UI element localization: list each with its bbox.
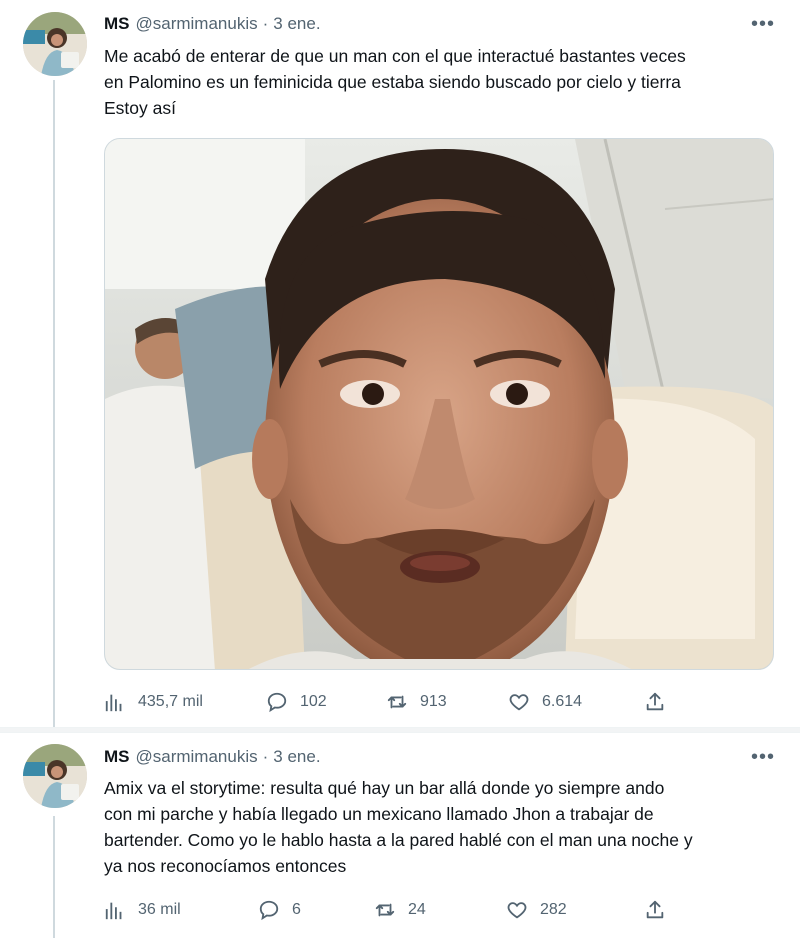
tweet-actions: 435,7 mil 102 913 6.614 xyxy=(104,688,684,716)
share-button[interactable] xyxy=(644,896,666,924)
bar-chart-icon xyxy=(105,902,122,920)
separator-dot: · xyxy=(262,14,269,33)
tweet[interactable]: MS @sarmimanukis · 3 ene. ••• Amix va el… xyxy=(0,728,800,938)
tweet-text-line: en Palomino es un feminicida que estaba … xyxy=(104,72,681,92)
retweet-arrows-icon xyxy=(387,695,407,709)
tweet-header: MS @sarmimanukis · 3 ene. xyxy=(104,745,321,769)
views-button[interactable]: 435,7 mil xyxy=(104,688,203,716)
avatar[interactable] xyxy=(23,12,87,76)
reply-count: 102 xyxy=(300,693,327,710)
like-count: 6.614 xyxy=(542,693,583,710)
more-options-icon[interactable]: ••• xyxy=(750,746,776,768)
tweet-header: MS @sarmimanukis · 3 ene. xyxy=(104,12,321,36)
share-button[interactable] xyxy=(644,688,666,716)
author-name[interactable]: MS xyxy=(104,747,130,767)
views-count: 36 mil xyxy=(138,901,181,918)
tweet-text-line: Me acabó de enterar de que un man con el… xyxy=(104,46,686,66)
author-handle[interactable]: @sarmimanukis xyxy=(136,14,258,34)
reply-button[interactable]: 6 xyxy=(258,896,301,924)
tweet-date[interactable]: 3 ene. xyxy=(273,14,320,34)
retweet-arrows-icon xyxy=(375,903,395,917)
tweet-text: Me acabó de enterar de que un man con el… xyxy=(104,43,784,121)
author-name[interactable]: MS xyxy=(104,14,130,34)
tweet-text-line: con mi parche y había llegado un mexican… xyxy=(104,804,654,824)
views-count: 435,7 mil xyxy=(138,693,203,710)
tweet-text-line: Estoy así xyxy=(104,98,176,118)
avatar[interactable] xyxy=(23,744,87,808)
retweet-button[interactable]: 24 xyxy=(374,896,426,924)
bar-chart-icon xyxy=(105,694,122,712)
reply-button[interactable]: 102 xyxy=(266,688,327,716)
views-button[interactable]: 36 mil xyxy=(104,896,181,924)
retweet-count: 24 xyxy=(408,901,426,918)
share-upload-icon xyxy=(646,900,664,919)
tweet-text-line: Amix va el storytime: resulta qué hay un… xyxy=(104,778,665,798)
tweet-media-photo[interactable] xyxy=(104,138,774,670)
share-upload-icon xyxy=(646,692,664,711)
tweet-text: Amix va el storytime: resulta qué hay un… xyxy=(104,775,784,879)
tweet-text-line: bartender. Como yo le hablo hasta a la p… xyxy=(104,830,693,850)
tweet-date[interactable]: 3 ene. xyxy=(273,747,320,767)
tweet-actions: 36 mil 6 24 282 xyxy=(104,896,684,924)
retweet-button[interactable]: 913 xyxy=(386,688,447,716)
like-button[interactable]: 6.614 xyxy=(508,688,582,716)
author-handle[interactable]: @sarmimanukis xyxy=(136,747,258,767)
heart-icon xyxy=(507,902,527,919)
thread-connector-line xyxy=(53,80,55,728)
heart-icon xyxy=(509,694,529,711)
speech-bubble-icon xyxy=(267,692,287,713)
like-count: 282 xyxy=(540,901,567,918)
more-options-icon[interactable]: ••• xyxy=(750,13,776,35)
speech-bubble-icon xyxy=(259,900,279,921)
tweet-text-line: ya nos reconocíamos entonces xyxy=(104,856,347,876)
like-button[interactable]: 282 xyxy=(506,896,567,924)
thread-connector-line xyxy=(53,816,55,938)
tweet[interactable]: MS @sarmimanukis · 3 ene. ••• Me acabó d… xyxy=(0,0,800,728)
separator-dot: · xyxy=(262,747,269,766)
retweet-count: 913 xyxy=(420,693,447,710)
reply-count: 6 xyxy=(292,901,301,918)
